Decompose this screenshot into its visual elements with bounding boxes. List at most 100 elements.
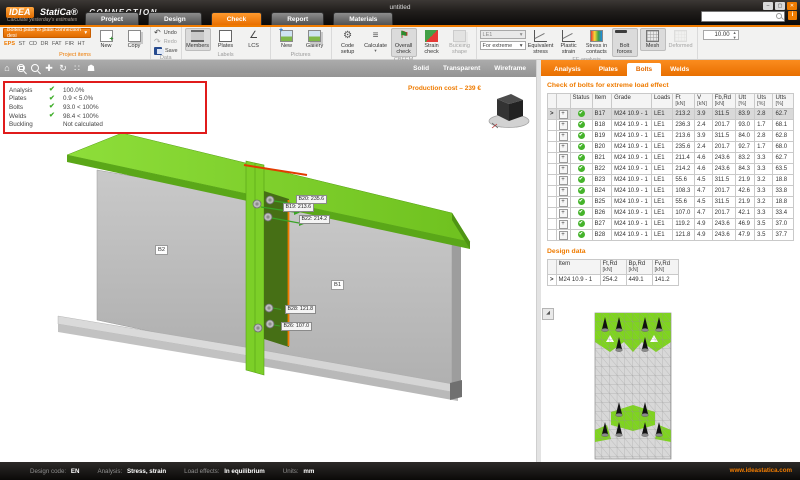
results-tab-bolts[interactable]: Bolts: [627, 63, 661, 76]
table-row[interactable]: +✔B28M24 10.9 - 1LE1121.84.9243.647.93.5…: [548, 230, 794, 241]
strain-check-button[interactable]: Strain check: [419, 28, 445, 57]
tab-report[interactable]: Report: [271, 12, 324, 25]
row-expander[interactable]: [548, 230, 557, 241]
tab-check[interactable]: Check: [211, 12, 263, 25]
deformed-button[interactable]: Deformed: [668, 28, 694, 51]
table-row[interactable]: +✔B26M24 10.9 - 1LE1107.04.7201.742.13.3…: [548, 208, 794, 219]
plastic-strain-button[interactable]: Plastic strain: [556, 28, 582, 57]
pan-icon[interactable]: ✚: [42, 60, 56, 77]
expand-plot-button[interactable]: ◢: [542, 308, 554, 320]
code-tab-eps[interactable]: EPS: [4, 41, 15, 47]
results-tab-welds[interactable]: Welds: [661, 63, 698, 76]
row-detail-toggle[interactable]: +: [556, 109, 570, 120]
row-detail-toggle[interactable]: +: [556, 175, 570, 186]
equivalent-stress-button[interactable]: Equivalent stress: [528, 28, 554, 57]
project-item-dropdown[interactable]: Bolted plate to plate connection desi▾: [3, 28, 91, 38]
row-expander[interactable]: [548, 131, 557, 142]
code-tab-ht[interactable]: HT: [78, 41, 85, 47]
row-detail-toggle[interactable]: +: [556, 219, 570, 230]
plus-icon[interactable]: +: [559, 121, 568, 130]
row-detail-toggle[interactable]: +: [556, 230, 570, 241]
row-expander[interactable]: [548, 208, 557, 219]
fit-view-icon[interactable]: ∷: [70, 60, 84, 77]
plus-icon[interactable]: +: [559, 165, 568, 174]
row-expander[interactable]: [548, 197, 557, 208]
spinner-arrows-icon[interactable]: ▲▼: [733, 31, 737, 40]
plus-icon[interactable]: +: [559, 110, 568, 119]
buckling-shape-button[interactable]: Buckling shape: [447, 28, 473, 57]
maximize-button[interactable]: ▢: [775, 2, 785, 10]
row-expander[interactable]: [548, 186, 557, 197]
code-tab-st[interactable]: ST: [19, 41, 26, 47]
tab-materials[interactable]: Materials: [333, 12, 393, 25]
tab-project[interactable]: Project: [85, 12, 139, 25]
table-row[interactable]: +✔B23M24 10.9 - 1LE155.64.5311.521.93.21…: [548, 175, 794, 186]
stress-in-contacts-button[interactable]: Stress in contacts: [584, 28, 610, 57]
zoom-icon[interactable]: [28, 60, 42, 77]
plates-toggle-button[interactable]: Plates: [213, 28, 239, 51]
redo-button[interactable]: ↷Redo: [154, 37, 177, 46]
save-button[interactable]: Save: [154, 46, 178, 55]
table-row[interactable]: >M24 10.9 - 1254.2449.1141.2: [548, 275, 679, 286]
table-row[interactable]: +✔B18M24 10.9 - 1LE1236.32.4201.793.01.7…: [548, 120, 794, 131]
row-expander[interactable]: [548, 164, 557, 175]
render-mode-solid[interactable]: Solid: [413, 65, 429, 72]
deformation-scale-spinner[interactable]: 10.00 ▲▼: [703, 30, 739, 40]
tab-design[interactable]: Design: [148, 12, 202, 25]
gallery-button[interactable]: Gallery: [302, 28, 328, 51]
code-setup-button[interactable]: ⚙ Code setup: [335, 28, 361, 57]
plus-icon[interactable]: +: [559, 132, 568, 141]
mesh-button[interactable]: Mesh: [640, 28, 666, 51]
search-input[interactable]: [701, 11, 785, 22]
render-mode-wireframe[interactable]: Wireframe: [494, 65, 526, 72]
display-style-icon[interactable]: ☗: [84, 60, 98, 77]
home-view-icon[interactable]: ⌂: [0, 60, 14, 77]
extreme-filter-combo[interactable]: For extreme▾: [480, 41, 526, 50]
load-effect-combo[interactable]: LE1▾: [480, 30, 526, 39]
row-detail-toggle[interactable]: +: [556, 153, 570, 164]
table-row[interactable]: +✔B25M24 10.9 - 1LE155.64.5311.521.93.21…: [548, 197, 794, 208]
scene-3d[interactable]: [0, 77, 536, 462]
row-expander[interactable]: [548, 219, 557, 230]
table-row[interactable]: +✔B22M24 10.9 - 1LE1214.24.6243.684.33.3…: [548, 164, 794, 175]
table-row[interactable]: >+✔B17M24 10.9 - 1LE1213.23.9311.583.92.…: [548, 109, 794, 120]
overall-check-button[interactable]: ⚑ Overall check: [391, 28, 417, 57]
rotate-icon[interactable]: ↻: [56, 60, 70, 77]
table-row[interactable]: +✔B19M24 10.9 - 1LE1213.63.9311.584.02.8…: [548, 131, 794, 142]
row-expander[interactable]: [548, 142, 557, 153]
table-row[interactable]: +✔B21M24 10.9 - 1LE1211.44.6243.683.23.3…: [548, 153, 794, 164]
new-picture-button[interactable]: New: [274, 28, 300, 51]
plus-icon[interactable]: +: [559, 231, 568, 240]
plus-icon[interactable]: +: [559, 143, 568, 152]
table-row[interactable]: +✔B24M24 10.9 - 1LE1108.34.7201.742.63.3…: [548, 186, 794, 197]
info-button[interactable]: i: [788, 11, 797, 20]
row-expander[interactable]: >: [548, 275, 557, 286]
plus-icon[interactable]: +: [559, 187, 568, 196]
plus-icon[interactable]: +: [559, 176, 568, 185]
plus-icon[interactable]: +: [559, 209, 568, 218]
new-project-item-button[interactable]: New: [93, 28, 119, 51]
table-row[interactable]: +✔B27M24 10.9 - 1LE1119.24.9243.646.93.5…: [548, 219, 794, 230]
members-toggle-button[interactable]: Members: [185, 28, 211, 51]
row-expander[interactable]: [548, 153, 557, 164]
row-expander[interactable]: [548, 175, 557, 186]
table-row[interactable]: +✔B20M24 10.9 - 1LE1235.62.4201.792.71.7…: [548, 142, 794, 153]
row-detail-toggle[interactable]: +: [556, 131, 570, 142]
row-detail-toggle[interactable]: +: [556, 197, 570, 208]
row-detail-toggle[interactable]: +: [556, 208, 570, 219]
close-button[interactable]: ✕: [787, 2, 797, 10]
code-tab-cd[interactable]: CD: [29, 41, 37, 47]
plus-icon[interactable]: +: [559, 220, 568, 229]
minimize-button[interactable]: –: [763, 2, 773, 10]
render-mode-transparent[interactable]: Transparent: [443, 65, 480, 72]
row-expander[interactable]: [548, 120, 557, 131]
plus-icon[interactable]: +: [559, 154, 568, 163]
plus-icon[interactable]: +: [559, 198, 568, 207]
navigation-cube[interactable]: [486, 90, 532, 132]
row-detail-toggle[interactable]: +: [556, 164, 570, 175]
viewport-3d[interactable]: ⌂ ✚ ↻ ∷ ☗ Solid Transparent Wireframe: [0, 60, 536, 462]
bolt-check-table[interactable]: StatusItemGradeLoadsFt[kN]V[kN]Fb,Rd[kN]…: [547, 93, 794, 241]
code-tab-dr[interactable]: DR: [41, 41, 49, 47]
bolt-forces-button[interactable]: Bolt forces: [612, 28, 638, 57]
row-detail-toggle[interactable]: +: [556, 120, 570, 131]
